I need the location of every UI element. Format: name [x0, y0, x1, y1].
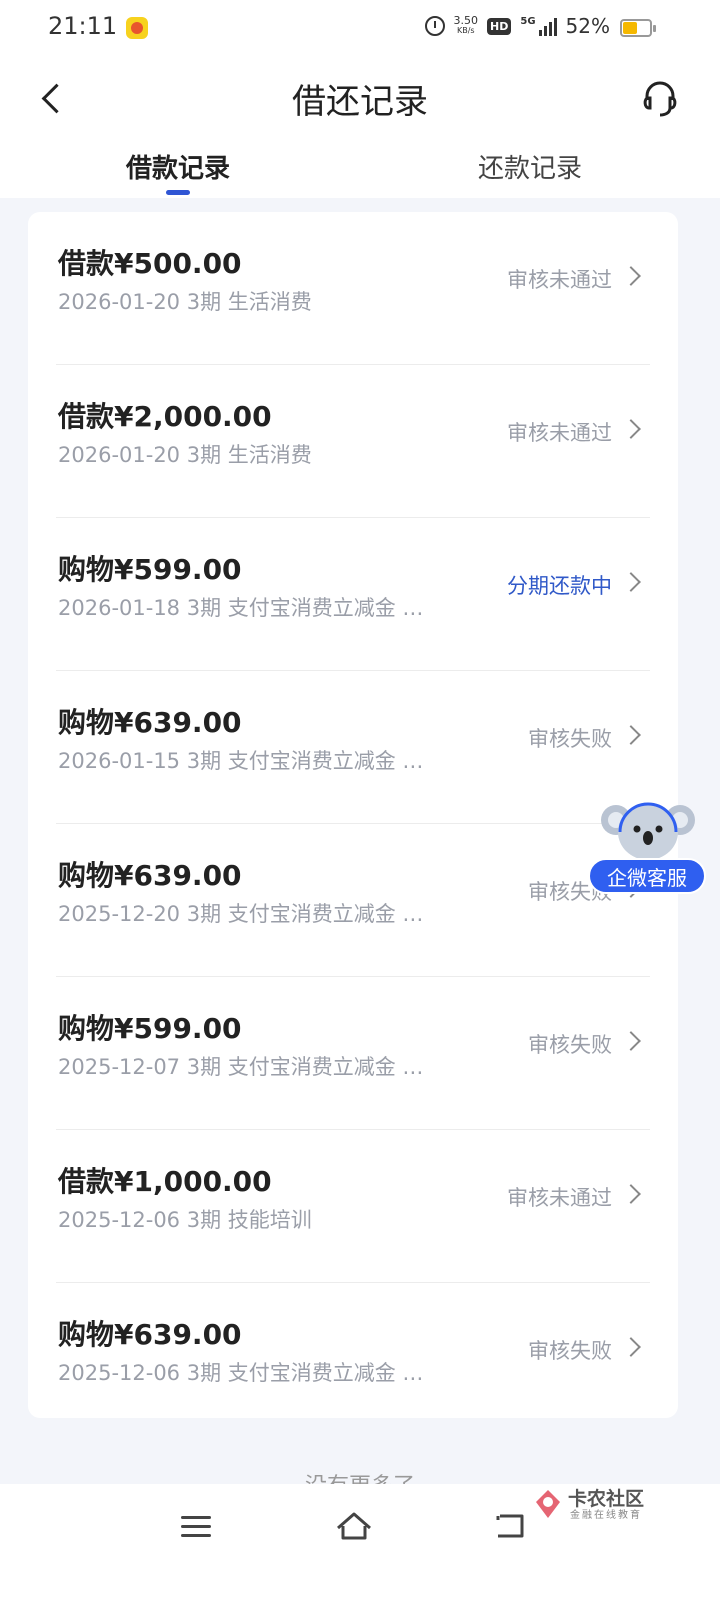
record-meta: 2025-12-06 3期 技能培训	[58, 1208, 312, 1232]
no-more-text: 没有更多了	[0, 1468, 720, 1484]
record-row[interactable]: 借款¥1,000.00 2025-12-06 3期 技能培训 审核未通过	[28, 1130, 678, 1283]
net-speed: 3.50 KB/s	[453, 14, 479, 36]
status-time: 21:11	[48, 12, 118, 40]
chevron-right-icon	[621, 1031, 641, 1051]
record-meta: 2025-12-07 3期 支付宝消费立减金 …	[58, 1055, 424, 1079]
menu-icon[interactable]	[181, 1514, 213, 1540]
home-icon[interactable]	[334, 1506, 374, 1546]
record-meta: 2026-01-15 3期 支付宝消费立减金 …	[58, 749, 424, 773]
chevron-right-icon	[621, 1337, 641, 1357]
alarm-icon	[424, 16, 445, 36]
watermark: 卡农社区 金融在线教育	[530, 1484, 660, 1524]
record-status: 审核失败	[528, 727, 612, 751]
record-status: 审核未通过	[507, 421, 612, 445]
battery-percent: 52%	[565, 14, 610, 38]
record-status: 审核未通过	[507, 1186, 612, 1210]
record-status: 审核失败	[528, 1033, 612, 1057]
record-row[interactable]: 购物¥639.00 2025-12-20 3期 支付宝消费立减金 … 审核失败	[28, 824, 678, 977]
headset-icon[interactable]	[640, 78, 680, 118]
record-amount: 购物¥639.00	[58, 859, 242, 892]
record-meta: 2026-01-18 3期 支付宝消费立减金 …	[58, 596, 424, 620]
record-row[interactable]: 借款¥2,000.00 2026-01-20 3期 生活消费 审核未通过	[28, 365, 678, 518]
back-icon[interactable]	[492, 1510, 528, 1542]
app-notification-icon	[126, 17, 148, 39]
chevron-right-icon	[621, 572, 641, 592]
top-header: 21:11 3.50 KB/s HD 5G 52% 借还记录 借款记录 还款记录	[0, 0, 720, 198]
record-amount: 购物¥599.00	[58, 1012, 242, 1045]
page-title: 借还记录	[292, 82, 428, 122]
record-row[interactable]: 购物¥599.00 2025-12-07 3期 支付宝消费立减金 … 审核失败	[28, 977, 678, 1130]
tab-repay-records[interactable]: 还款记录	[478, 148, 582, 185]
net-speed-unit: KB/s	[456, 26, 475, 35]
net-speed-value: 3.50	[453, 14, 479, 27]
chevron-right-icon	[621, 419, 641, 439]
signal-icon: 5G	[520, 16, 557, 36]
record-row[interactable]: 借款¥500.00 2026-01-20 3期 生活消费 审核未通过	[28, 212, 678, 365]
record-meta: 2026-01-20 3期 生活消费	[58, 443, 312, 467]
record-meta: 2025-12-06 3期 支付宝消费立减金 …	[58, 1361, 424, 1385]
record-meta: 2026-01-20 3期 生活消费	[58, 290, 312, 314]
battery-fill	[623, 22, 637, 34]
customer-service-label: 企微客服	[588, 858, 706, 894]
battery-icon	[620, 19, 656, 37]
watermark-subtitle: 金融在线教育	[570, 1510, 642, 1521]
hd-icon: HD	[487, 17, 512, 35]
chevron-right-icon	[621, 1184, 641, 1204]
watermark-logo-icon	[536, 1490, 560, 1518]
record-amount: 购物¥639.00	[58, 1318, 242, 1351]
tab-loan-records[interactable]: 借款记录	[126, 148, 230, 185]
chevron-right-icon	[621, 725, 641, 745]
active-tab-indicator	[166, 190, 190, 195]
record-amount: 借款¥1,000.00	[58, 1165, 272, 1198]
record-amount: 借款¥500.00	[58, 247, 242, 280]
network-type: 5G	[520, 16, 536, 27]
record-status: 分期还款中	[507, 574, 612, 598]
record-row[interactable]: 购物¥639.00 2026-01-15 3期 支付宝消费立减金 … 审核失败	[28, 671, 678, 824]
record-amount: 购物¥639.00	[58, 706, 242, 739]
customer-service-float[interactable]: 企微客服	[588, 798, 708, 898]
records-list: 借款¥500.00 2026-01-20 3期 生活消费 审核未通过 借款¥2,…	[28, 212, 678, 1418]
record-status: 审核未通过	[507, 268, 612, 292]
record-amount: 借款¥2,000.00	[58, 400, 272, 433]
record-row[interactable]: 购物¥599.00 2026-01-18 3期 支付宝消费立减金 … 分期还款中	[28, 518, 678, 671]
record-status: 审核失败	[528, 1339, 612, 1363]
record-meta: 2025-12-20 3期 支付宝消费立减金 …	[58, 902, 424, 926]
status-bar: 21:11 3.50 KB/s HD 5G 52%	[0, 0, 720, 58]
chevron-right-icon	[621, 266, 641, 286]
record-amount: 购物¥599.00	[58, 553, 242, 586]
record-row[interactable]: 购物¥639.00 2025-12-06 3期 支付宝消费立减金 … 审核失败	[28, 1283, 678, 1436]
